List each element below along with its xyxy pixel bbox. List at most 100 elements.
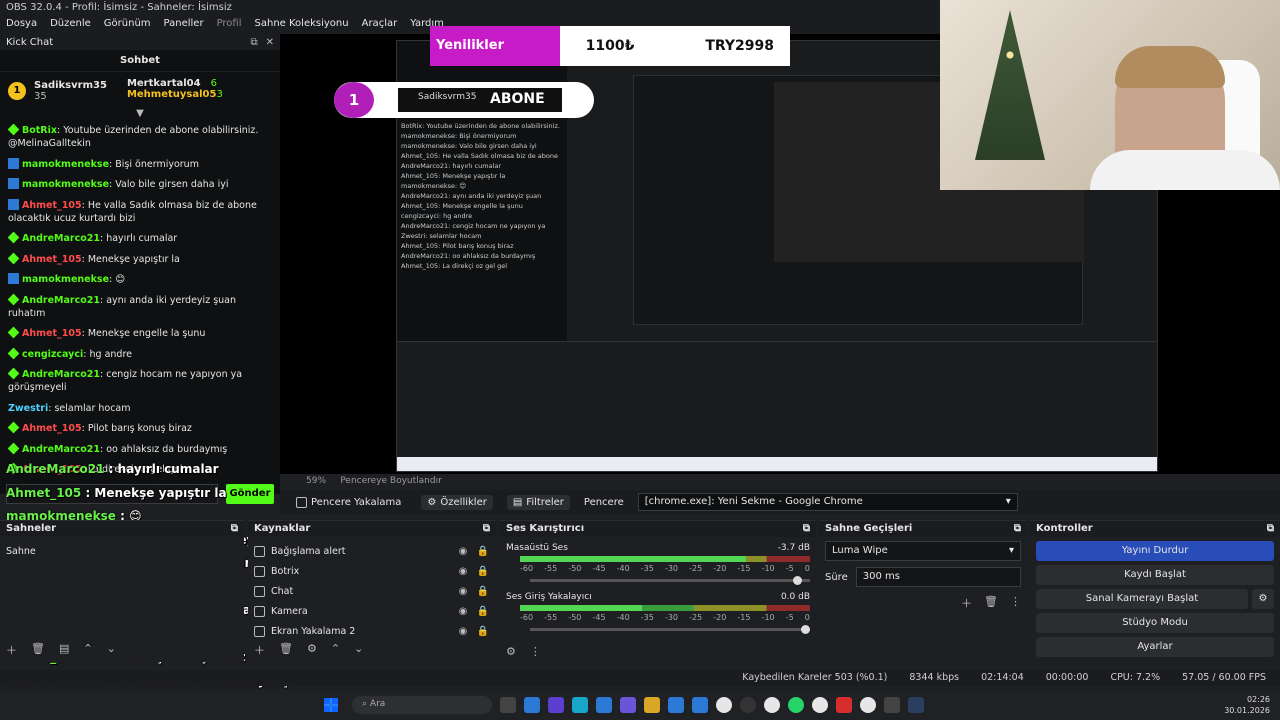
source-item[interactable]: Ekran Yakalama 2 ◉ 🔒 <box>254 621 490 641</box>
chat-username[interactable]: AndreMarco21 <box>22 295 100 306</box>
app-icon[interactable] <box>620 697 636 713</box>
obs-icon[interactable] <box>740 697 756 713</box>
app-icon[interactable] <box>500 697 516 713</box>
chat-username[interactable]: BotRix <box>22 125 57 136</box>
chevron-down-icon[interactable]: ▼ <box>0 108 280 122</box>
source-item[interactable]: Chat ◉ 🔒 <box>254 581 490 601</box>
eye-icon[interactable]: ◉ <box>456 546 470 557</box>
menu-duzenle[interactable]: Düzenle <box>50 18 91 32</box>
taskbar-clock[interactable]: 02:26 30.01.2026 <box>1224 694 1270 716</box>
add-icon[interactable]: ＋ <box>254 642 265 658</box>
eye-icon[interactable]: ◉ <box>456 566 470 577</box>
app-icon[interactable] <box>668 697 684 713</box>
close-icon[interactable]: ✕ <box>266 37 274 48</box>
chat-username[interactable]: Ahmet_105 <box>22 328 82 339</box>
menu-dosya[interactable]: Dosya <box>6 18 37 32</box>
float-icon[interactable]: ⧉ <box>483 523 490 535</box>
chevron-down-icon[interactable]: ⌄ <box>354 642 363 658</box>
more-icon[interactable]: ⋮ <box>530 645 541 658</box>
lock-icon[interactable]: 🔒 <box>476 546 490 557</box>
menu-sahne-koleksiyonu[interactable]: Sahne Koleksiyonu <box>255 18 349 32</box>
app-icon[interactable] <box>692 697 708 713</box>
zoom-level[interactable]: 59% <box>306 476 326 486</box>
menu-paneller[interactable]: Paneller <box>164 18 204 32</box>
duration-field[interactable]: 300 ms <box>855 567 1021 587</box>
app-icon[interactable] <box>524 697 540 713</box>
chat-username[interactable]: AndreMarco21 <box>22 233 100 244</box>
properties-button[interactable]: ⚙ Özellikler <box>421 494 493 510</box>
studio-mode-button[interactable]: Stüdyo Modu <box>1036 613 1274 633</box>
gear-icon[interactable]: ⚙ <box>307 642 317 658</box>
filter-icon[interactable]: ▤ <box>59 642 69 658</box>
chrome-icon[interactable] <box>764 697 780 713</box>
menu-araclar[interactable]: Araçlar <box>362 18 398 32</box>
float-icon[interactable]: ⧉ <box>803 523 810 535</box>
filters-button[interactable]: ▤ Filtreler <box>506 494 570 510</box>
menu-gorunum[interactable]: Görünüm <box>104 18 151 32</box>
chevron-up-icon[interactable]: ⌃ <box>331 642 340 658</box>
start-virtual-camera-button[interactable]: Sanal Kamerayı Başlat <box>1036 589 1248 609</box>
eye-icon[interactable]: ◉ <box>456 606 470 617</box>
menu-profil[interactable]: Profil <box>217 18 242 32</box>
chat-username[interactable]: Ahmet_105 <box>22 423 82 434</box>
fit-mode[interactable]: Pencereye Boyutlandır <box>340 476 441 486</box>
lock-icon[interactable]: 🔒 <box>476 626 490 637</box>
chat-username[interactable]: cengizcayci <box>22 349 83 360</box>
add-icon[interactable]: ＋ <box>961 595 972 611</box>
lock-icon[interactable]: 🔒 <box>476 566 490 577</box>
lock-icon[interactable]: 🔒 <box>476 586 490 597</box>
float-icon[interactable]: ⧉ <box>1267 523 1274 535</box>
stop-stream-button[interactable]: Yayını Durdur <box>1036 541 1274 561</box>
chevron-up-icon[interactable]: ⌃ <box>83 642 92 658</box>
window-select[interactable]: [chrome.exe]: Yeni Sekme - Google Chrome… <box>637 493 1018 511</box>
app-icon[interactable] <box>596 697 612 713</box>
taskbar-search[interactable]: ⌕ Ara <box>352 696 492 714</box>
app-icon[interactable] <box>548 697 564 713</box>
trash-icon[interactable]: 🗑 <box>31 642 45 658</box>
chat-username[interactable]: AndreMarco21 <box>22 444 100 455</box>
chat-username[interactable]: mamokmenekse <box>22 179 109 190</box>
chat-username[interactable]: mamokmenekse <box>22 159 109 170</box>
volume-slider[interactable] <box>530 625 810 634</box>
chrome-icon[interactable] <box>860 697 876 713</box>
edge-icon[interactable] <box>572 697 588 713</box>
volume-slider[interactable] <box>530 576 810 585</box>
app-icon[interactable] <box>884 697 900 713</box>
gear-icon[interactable]: ⚙ <box>506 645 516 658</box>
trash-icon[interactable]: 🗑 <box>279 642 293 658</box>
slider-handle[interactable] <box>792 576 802 585</box>
chrome-icon[interactable] <box>812 697 828 713</box>
chat-username[interactable]: Ahmet_105 <box>22 200 82 211</box>
more-icon[interactable]: ⋮ <box>1010 595 1021 611</box>
start-recording-button[interactable]: Kaydı Başlat <box>1036 565 1274 585</box>
chat-username[interactable]: Ahmet_105 <box>22 254 82 265</box>
lock-icon[interactable]: 🔒 <box>476 606 490 617</box>
source-item[interactable]: Botrix ◉ 🔒 <box>254 561 490 581</box>
chat-username[interactable]: Zwestri <box>8 403 48 414</box>
steam-icon[interactable] <box>908 697 924 713</box>
gear-icon[interactable]: ⚙ <box>1252 589 1274 609</box>
float-icon[interactable]: ⧉ <box>250 37 257 48</box>
chevron-down-icon[interactable]: ⌄ <box>107 642 116 658</box>
eye-icon[interactable]: ◉ <box>456 586 470 597</box>
chrome-icon[interactable] <box>716 697 732 713</box>
transition-select[interactable]: Luma Wipe ▾ <box>825 541 1021 561</box>
chat-username[interactable]: mamokmenekse <box>22 274 109 285</box>
settings-button[interactable]: Ayarlar <box>1036 637 1274 657</box>
app-icon[interactable] <box>836 697 852 713</box>
folder-icon[interactable] <box>644 697 660 713</box>
eye-icon[interactable]: ◉ <box>456 626 470 637</box>
float-icon[interactable]: ⧉ <box>231 523 238 535</box>
float-icon[interactable]: ⧉ <box>1014 523 1021 535</box>
source-item[interactable]: Kamera ◉ 🔒 <box>254 601 490 621</box>
windows-start-icon[interactable] <box>324 698 338 712</box>
audio-mixer-dock: Ses Karıştırıcı ⧉ Masaüstü Ses -3.7 dB -60 -… <box>500 520 816 662</box>
chat-username[interactable]: AndreMarco21 <box>22 369 100 380</box>
scene-item[interactable]: Sahne <box>6 541 238 561</box>
preview-canvas[interactable]: BotRix: Youtube üzerinden de abone olabi… <box>280 0 1280 474</box>
add-icon[interactable]: ＋ <box>6 642 17 658</box>
source-item[interactable]: Bağışlama alert ◉ 🔒 <box>254 541 490 561</box>
slider-handle[interactable] <box>801 625 810 634</box>
whatsapp-icon[interactable] <box>788 697 804 713</box>
trash-icon[interactable]: 🗑 <box>984 595 998 611</box>
